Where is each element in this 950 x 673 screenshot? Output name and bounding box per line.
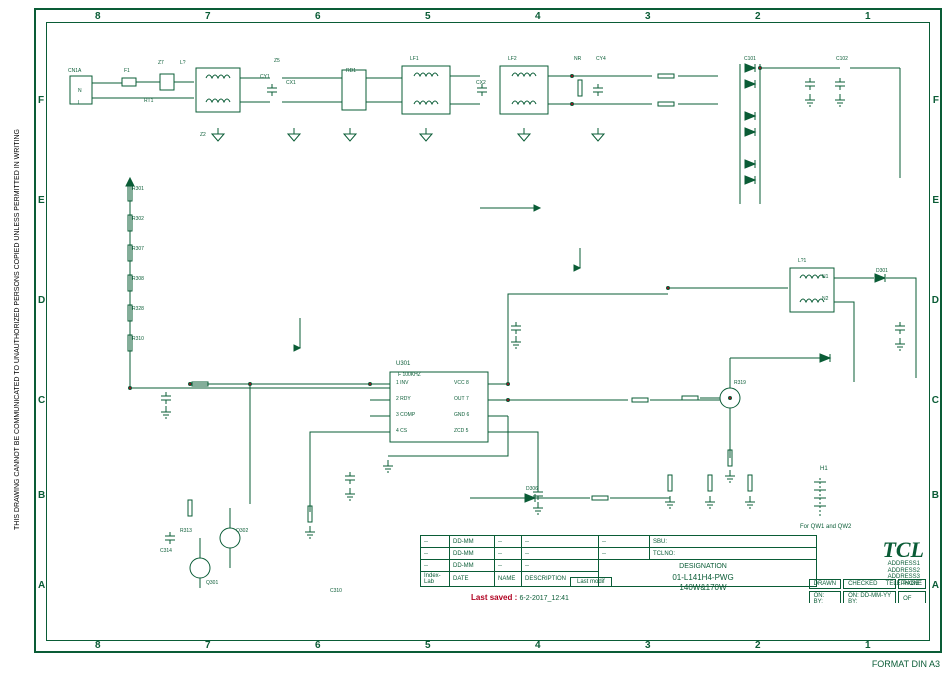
schematic-page: THIS DRAWING CANNOT BE COMMUNICATED TO U…	[0, 0, 950, 673]
row-r: C	[932, 395, 939, 406]
pin: 4 CS	[396, 428, 407, 434]
row-l: C	[38, 395, 45, 406]
pin: 2 RDY	[396, 396, 411, 402]
ref: CY4	[596, 56, 606, 62]
ref: RT1	[144, 98, 153, 104]
ic-ref: U301	[396, 361, 410, 367]
ref: C102	[836, 56, 848, 62]
ref: Z2	[200, 132, 206, 138]
ref: RD1	[346, 68, 356, 74]
col-top: 6	[315, 11, 321, 22]
col-top: 3	[645, 11, 651, 22]
sign-off-table: DRAWNCHECKEDPAGE: ON:BY: ON: DD-MM-YYBY:…	[807, 577, 928, 603]
pin: OUT 7	[454, 396, 469, 402]
row-r: E	[932, 195, 939, 206]
col-top: 8	[95, 11, 101, 22]
ref: LF2	[508, 56, 517, 62]
ref: L?1	[798, 258, 806, 264]
company-logo-text: TCL	[882, 537, 924, 563]
ref: N2	[822, 296, 828, 302]
ref: Z5	[274, 58, 280, 64]
ref: R302	[132, 216, 144, 222]
col-bot: 7	[205, 640, 211, 651]
ref: C314	[160, 548, 172, 554]
note-h1: H1	[820, 466, 828, 472]
confidentiality-notice: THIS DRAWING CANNOT BE COMMUNICATED TO U…	[14, 129, 21, 530]
ic-freq: F 100KHZ	[398, 372, 421, 378]
schematic-svg	[50, 28, 928, 588]
ref: D301	[876, 268, 888, 274]
ref: LF1	[410, 56, 419, 62]
row-r: A	[932, 580, 939, 591]
ref: Q302	[236, 528, 248, 534]
col-bot: 5	[425, 640, 431, 651]
ref: N1	[822, 274, 828, 280]
row-r: F	[933, 95, 939, 106]
row-l: E	[38, 195, 45, 206]
col-bot: 8	[95, 640, 101, 651]
ref: R310	[132, 336, 144, 342]
col-bot: 6	[315, 640, 321, 651]
pin: VCC 8	[454, 380, 469, 386]
ref: CY1	[260, 74, 270, 80]
row-r: B	[932, 490, 939, 501]
format-label: FORMAT DIN A3	[872, 659, 940, 669]
col-bot: 1	[865, 640, 871, 651]
ref: F1	[124, 68, 130, 74]
ref: L	[78, 100, 81, 106]
col-bot: 2	[755, 640, 761, 651]
ref: R308	[132, 276, 144, 282]
row-l: A	[38, 580, 45, 591]
col-bot: 3	[645, 640, 651, 651]
pin: 1 INV	[396, 380, 409, 386]
designation-label: DESIGNATION	[624, 563, 782, 570]
ref: R307	[132, 246, 144, 252]
schematic-canvas: U301 F 100KHZ 1 INV 2 RDY 3 COMP 4 CS VC…	[50, 28, 928, 603]
col-bot: 4	[535, 640, 541, 651]
ref: R328	[132, 306, 144, 312]
ref: N	[78, 88, 82, 94]
row-l: D	[38, 295, 45, 306]
ref: R313	[180, 528, 192, 534]
ref: L?	[180, 60, 186, 66]
ref: C310	[330, 588, 342, 594]
row-l: B	[38, 490, 45, 501]
pin: GND 6	[454, 412, 469, 418]
ref: CX2	[476, 80, 486, 86]
ref: C101	[744, 56, 756, 62]
col-top: 4	[535, 11, 541, 22]
ref: Q301	[206, 580, 218, 586]
designation: 01-L141H4-PWG 140W&170W	[624, 573, 782, 592]
ref: R301	[132, 186, 144, 192]
col-top: 7	[205, 11, 211, 22]
ref: NR	[574, 56, 581, 62]
ref: R319	[734, 380, 746, 386]
ref: CN1A	[68, 68, 81, 74]
ref: CX1	[286, 80, 296, 86]
pin: ZCD 5	[454, 428, 468, 434]
ref: D306	[526, 486, 538, 492]
last-saved: Last saved : 6-2-2017_12:41	[420, 593, 620, 602]
col-top: 1	[865, 11, 871, 22]
note-qw: For QW1 and QW2	[800, 524, 851, 530]
ref: Z7	[158, 60, 164, 66]
col-top: 2	[755, 11, 761, 22]
title-block: --DD-MM------SBU: --DD-MM------TCLNO: --…	[420, 535, 928, 603]
last-modif-cell: Last modif	[570, 577, 612, 587]
row-r: D	[932, 295, 939, 306]
col-top: 5	[425, 11, 431, 22]
pin: 3 COMP	[396, 412, 415, 418]
row-l: F	[38, 95, 44, 106]
